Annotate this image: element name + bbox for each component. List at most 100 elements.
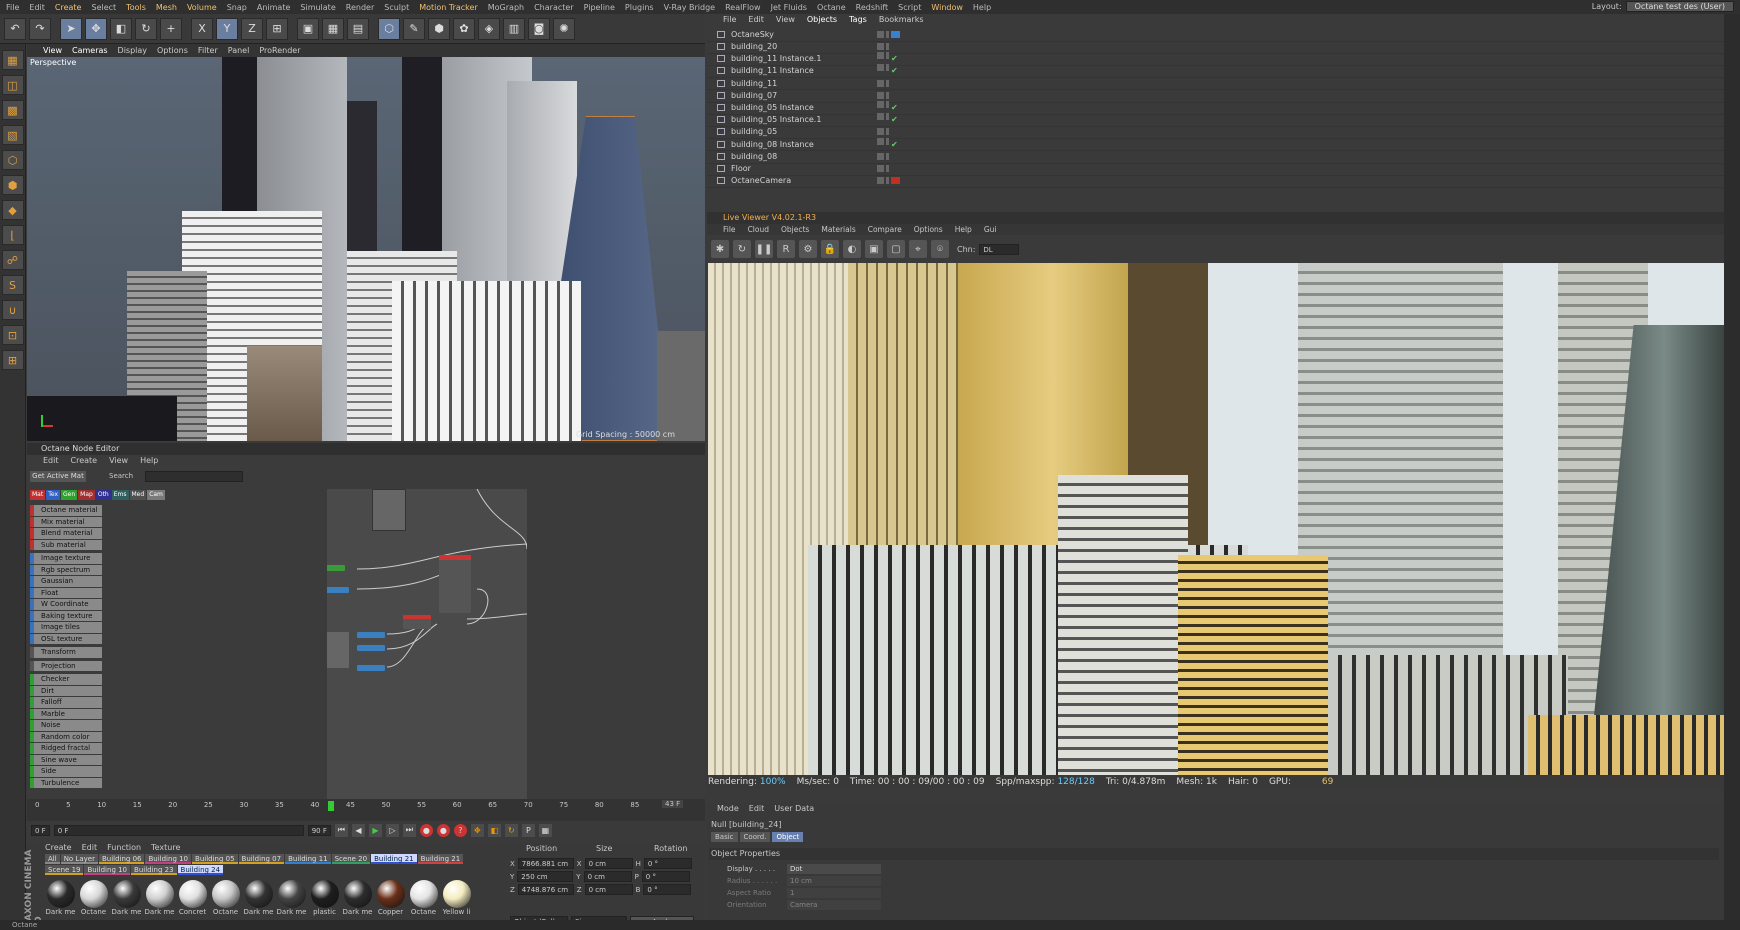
viewport-menu-panel[interactable]: Panel xyxy=(228,46,250,55)
edges-mode-icon[interactable]: ⬢ xyxy=(1,175,24,195)
menu-item-character[interactable]: Character xyxy=(534,3,574,12)
prev-key-icon[interactable]: ◀ xyxy=(351,823,365,837)
floor-icon[interactable]: ▥ xyxy=(503,17,525,40)
white-balance-icon[interactable]: ⌾ xyxy=(931,240,949,258)
viewport-menu-prorender[interactable]: ProRender xyxy=(259,46,300,55)
enabled-check-icon[interactable]: ✔ xyxy=(891,52,898,65)
visibility-icon[interactable] xyxy=(877,64,884,72)
param-key-icon[interactable]: P xyxy=(521,823,535,837)
cube-icon[interactable]: ⬡ xyxy=(378,17,400,40)
layout-dropdown[interactable]: Octane test des (User) xyxy=(1625,1,1734,12)
category-tab-mat[interactable]: Mat xyxy=(30,490,46,500)
material-swatch[interactable]: Concret xyxy=(177,880,208,920)
graph-node-top[interactable] xyxy=(372,489,406,531)
node-item[interactable]: Falloff xyxy=(30,697,102,708)
lv-menu-cloud[interactable]: Cloud xyxy=(748,224,769,235)
menu-item-plugins[interactable]: Plugins xyxy=(625,3,654,12)
layer-filter-building-21[interactable]: Building 21 xyxy=(417,854,464,864)
layer-filter-building-10[interactable]: Building 10 xyxy=(145,854,192,864)
object-name[interactable]: building_11 Instance.1 xyxy=(707,52,837,65)
menu-item-create[interactable]: Create xyxy=(55,3,82,12)
x-axis-icon[interactable]: X xyxy=(191,17,213,40)
graph-node-tex2[interactable] xyxy=(357,645,385,651)
menu-item-select[interactable]: Select xyxy=(91,3,116,12)
camera-icon[interactable]: ◙ xyxy=(528,17,550,40)
menu-item-mesh[interactable]: Mesh xyxy=(156,3,177,12)
material-swatch[interactable]: Dark me xyxy=(45,880,76,920)
object-row[interactable]: OctaneCamera xyxy=(707,174,1725,188)
menu-item-animate[interactable]: Animate xyxy=(257,3,291,12)
go-to-end-icon[interactable]: ⏭ xyxy=(402,823,416,837)
menu-item-sculpt[interactable]: Sculpt xyxy=(384,3,409,12)
visibility-icon[interactable] xyxy=(877,137,884,145)
menu-item-mograph[interactable]: MoGraph xyxy=(488,3,524,12)
enabled-check-icon[interactable]: ✔ xyxy=(891,113,898,126)
object-name[interactable]: building_05 Instance.1 xyxy=(707,113,837,126)
visibility-icon[interactable] xyxy=(877,164,884,172)
node-item[interactable]: Ridged fractal xyxy=(30,743,102,754)
attr-tab-mode[interactable]: Mode xyxy=(717,804,739,814)
model-mode-icon[interactable]: ◫ xyxy=(1,75,24,95)
object-name[interactable]: building_11 Instance xyxy=(707,64,837,77)
subdivision-icon[interactable]: ⬢ xyxy=(428,17,450,40)
node-menu-help[interactable]: Help xyxy=(140,455,158,467)
render-visibility-icon[interactable] xyxy=(886,164,889,172)
node-item[interactable]: Sine wave xyxy=(30,754,102,765)
menu-item-volume[interactable]: Volume xyxy=(187,3,217,12)
cloner-icon[interactable]: ✿ xyxy=(453,17,475,40)
menu-item-simulate[interactable]: Simulate xyxy=(300,3,335,12)
lv-menu-file[interactable]: File xyxy=(723,224,736,235)
visibility-icon[interactable] xyxy=(877,30,884,38)
node-item[interactable]: Mix material xyxy=(30,516,102,527)
node-item[interactable]: Checker xyxy=(30,674,102,685)
polygons-mode-icon[interactable]: ◆ xyxy=(1,200,24,220)
material-menu-function[interactable]: Function xyxy=(107,843,141,853)
object-name[interactable]: building_05 xyxy=(707,125,837,138)
compare-icon[interactable]: ▣ xyxy=(865,240,883,258)
material-swatch[interactable]: Dark me xyxy=(342,880,373,920)
points-mode-icon[interactable]: ⬡ xyxy=(1,150,24,170)
object-name[interactable]: OctaneCamera xyxy=(707,174,837,187)
node-graph-canvas[interactable] xyxy=(327,489,527,799)
visibility-icon[interactable] xyxy=(877,52,884,60)
render-view-icon[interactable]: ▣ xyxy=(297,17,319,40)
rotation-h-field[interactable]: 0 ° xyxy=(643,858,692,869)
category-tab-cam[interactable]: Cam xyxy=(147,490,165,500)
3d-viewport[interactable]: Perspective Grid Spacing : 50000 cm xyxy=(27,57,705,441)
material-swatch[interactable]: Octane xyxy=(78,880,109,920)
material-swatch[interactable]: Dark me xyxy=(276,880,307,920)
lv-menu-compare[interactable]: Compare xyxy=(868,224,902,235)
render-visibility-icon[interactable] xyxy=(886,42,889,50)
graph-node-blue[interactable] xyxy=(327,587,349,593)
menu-item-file[interactable]: File xyxy=(6,3,19,12)
attr-prop-value[interactable]: Dot xyxy=(787,864,881,874)
render-visibility-icon[interactable] xyxy=(886,52,889,60)
node-item[interactable]: Image texture xyxy=(30,553,102,564)
menu-item-window[interactable]: Window xyxy=(931,3,963,12)
enabled-check-icon[interactable]: ✔ xyxy=(891,138,898,151)
layer-filter-building-21[interactable]: Building 21 xyxy=(371,854,417,864)
lock-icon[interactable]: ⊡ xyxy=(1,325,24,345)
object-name[interactable]: Floor xyxy=(707,162,837,175)
visibility-icon[interactable] xyxy=(877,91,884,99)
node-item[interactable]: Sub material xyxy=(30,539,102,550)
om-tab-bookmarks[interactable]: Bookmarks xyxy=(879,15,924,25)
menu-item-octane[interactable]: Octane xyxy=(817,3,846,12)
material-picker-icon[interactable]: ◐ xyxy=(843,240,861,258)
viewport-menu-view[interactable]: View xyxy=(43,46,62,55)
menu-item-tools[interactable]: Tools xyxy=(126,3,146,12)
size-y-field[interactable]: 0 cm xyxy=(583,871,632,882)
object-name[interactable]: building_05 Instance xyxy=(707,101,837,114)
category-tab-map[interactable]: Map xyxy=(78,490,95,500)
render-settings-icon[interactable]: ▤ xyxy=(347,17,369,40)
menu-item-help[interactable]: Help xyxy=(973,3,991,12)
attr-prop-value[interactable]: Camera xyxy=(787,900,881,910)
render-visibility-icon[interactable] xyxy=(886,128,889,136)
position-x-field[interactable]: 7866.881 cm xyxy=(517,858,574,869)
node-item[interactable]: Marble xyxy=(30,708,102,719)
object-tag-icon[interactable] xyxy=(891,177,900,185)
visibility-icon[interactable] xyxy=(877,100,884,108)
category-tab-oth[interactable]: Oth xyxy=(95,490,111,500)
material-swatch[interactable]: Dark me xyxy=(111,880,142,920)
om-tab-view[interactable]: View xyxy=(776,15,795,25)
